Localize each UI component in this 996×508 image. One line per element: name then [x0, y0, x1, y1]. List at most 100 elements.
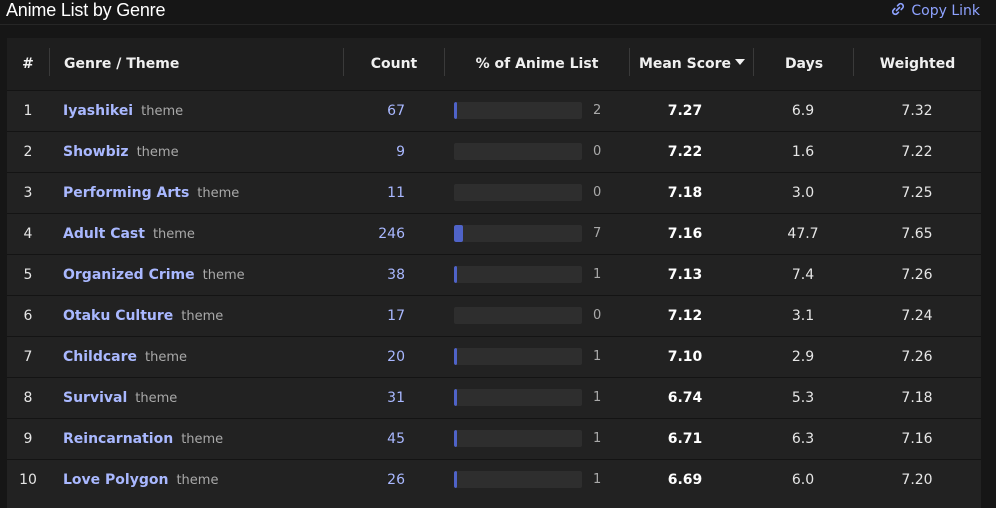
genre-type-tag: theme	[176, 473, 219, 488]
row-genre: Performing Arts theme	[63, 173, 239, 213]
percent-bar	[454, 471, 582, 488]
row-count[interactable]: 31	[347, 378, 405, 418]
row-mean-score: 7.10	[667, 349, 703, 365]
column-header-days[interactable]: Days	[754, 38, 854, 90]
row-weighted: 7.20	[901, 472, 933, 488]
genre-table: # Genre / Theme Count % of Anime List Me…	[7, 38, 981, 508]
row-genre: Reincarnation theme	[63, 419, 223, 459]
genre-link[interactable]: Childcare	[63, 349, 137, 365]
genre-type-tag: theme	[135, 391, 178, 406]
percent-bar	[454, 389, 582, 406]
row-weighted: 7.65	[901, 226, 933, 242]
row-count[interactable]: 11	[347, 173, 405, 213]
table-row: 3 Performing Arts theme 11 0 7.18 3.0 7.25	[7, 172, 981, 213]
percent-bar	[454, 266, 582, 283]
row-percent: 2	[593, 103, 602, 118]
table-row: 9 Reincarnation theme 45 1 6.71 6.3 7.16	[7, 418, 981, 459]
row-count[interactable]: 17	[347, 296, 405, 336]
genre-link[interactable]: Showbiz	[63, 144, 129, 160]
row-rank: 6	[23, 308, 33, 324]
row-rank: 9	[23, 431, 33, 447]
column-header-weighted[interactable]: Weighted	[854, 38, 981, 90]
genre-type-tag: theme	[197, 186, 240, 201]
row-genre: Iyashikei theme	[63, 91, 183, 131]
row-days: 3.0	[791, 185, 815, 201]
row-mean-score: 7.13	[667, 267, 703, 283]
percent-bar-fill	[454, 471, 457, 488]
table-row: 2 Showbiz theme 9 0 7.22 1.6 7.22	[7, 131, 981, 172]
genre-link[interactable]: Reincarnation	[63, 431, 173, 447]
row-rank: 7	[23, 349, 33, 365]
genre-type-tag: theme	[181, 432, 224, 447]
row-percent: 0	[593, 308, 602, 323]
row-rank: 5	[23, 267, 33, 283]
row-days: 47.7	[787, 226, 819, 242]
column-header-mean-score[interactable]: Mean Score	[630, 38, 754, 90]
row-count[interactable]: 246	[347, 214, 405, 254]
genre-type-tag: theme	[181, 309, 224, 324]
genre-type-tag: theme	[152, 227, 195, 242]
percent-bar-fill	[454, 102, 457, 119]
row-weighted: 7.22	[901, 144, 933, 160]
column-header-percent[interactable]: % of Anime List	[445, 38, 629, 90]
percent-bar	[454, 184, 582, 201]
row-rank: 10	[19, 472, 37, 488]
genre-link[interactable]: Survival	[63, 390, 127, 406]
row-weighted: 7.25	[901, 185, 933, 201]
table-row: 10 Love Polygon theme 26 1 6.69 6.0 7.20	[7, 459, 981, 500]
row-mean-score: 7.27	[667, 103, 703, 119]
percent-bar	[454, 348, 582, 365]
row-genre: Organized Crime theme	[63, 255, 245, 295]
percent-bar-fill	[454, 430, 457, 447]
percent-bar	[454, 225, 582, 242]
genre-link[interactable]: Adult Cast	[63, 226, 145, 242]
table-row: 6 Otaku Culture theme 17 0 7.12 3.1 7.24	[7, 295, 981, 336]
row-percent: 0	[593, 185, 602, 200]
percent-bar-fill	[454, 225, 463, 242]
row-count[interactable]: 9	[347, 132, 405, 172]
row-percent: 1	[593, 390, 602, 405]
genre-link[interactable]: Iyashikei	[63, 103, 133, 119]
table-row: 4 Adult Cast theme 246 7 7.16 47.7 7.65	[7, 213, 981, 254]
genre-type-tag: theme	[202, 268, 245, 283]
row-count[interactable]: 45	[347, 419, 405, 459]
row-genre: Love Polygon theme	[63, 460, 218, 500]
column-header-count[interactable]: Count	[344, 38, 444, 90]
row-count[interactable]: 26	[347, 460, 405, 500]
percent-bar	[454, 102, 582, 119]
copy-link-label: Copy Link	[911, 3, 980, 19]
page-title: Anime List by Genre	[6, 0, 166, 20]
row-mean-score: 6.69	[667, 472, 703, 488]
row-genre: Survival theme	[63, 378, 177, 418]
row-percent: 7	[593, 226, 602, 241]
link-icon	[890, 1, 906, 21]
percent-bar	[454, 430, 582, 447]
genre-type-tag: theme	[145, 350, 188, 365]
genre-link[interactable]: Love Polygon	[63, 472, 168, 488]
row-days: 7.4	[791, 267, 815, 283]
row-count[interactable]: 67	[347, 91, 405, 131]
row-weighted: 7.18	[901, 390, 933, 406]
row-mean-score: 6.74	[667, 390, 703, 406]
column-header-rank[interactable]: #	[7, 38, 49, 90]
row-rank: 8	[23, 390, 33, 406]
copy-link-button[interactable]: Copy Link	[890, 1, 980, 21]
row-genre: Adult Cast theme	[63, 214, 195, 254]
row-rank: 1	[23, 103, 33, 119]
row-genre: Otaku Culture theme	[63, 296, 223, 336]
percent-bar-fill	[454, 348, 457, 365]
row-percent: 1	[593, 431, 602, 446]
genre-link[interactable]: Performing Arts	[63, 185, 189, 201]
genre-link[interactable]: Organized Crime	[63, 267, 195, 283]
table-row: 7 Childcare theme 20 1 7.10 2.9 7.26	[7, 336, 981, 377]
row-count[interactable]: 38	[347, 255, 405, 295]
table-row: 1 Iyashikei theme 67 2 7.27 6.9 7.32	[7, 90, 981, 131]
row-weighted: 7.24	[901, 308, 933, 324]
row-days: 6.9	[791, 103, 815, 119]
row-count[interactable]: 20	[347, 337, 405, 377]
genre-link[interactable]: Otaku Culture	[63, 308, 173, 324]
table-row: 5 Organized Crime theme 38 1 7.13 7.4 7.26	[7, 254, 981, 295]
column-divider	[49, 48, 50, 76]
column-header-genre[interactable]: Genre / Theme	[64, 38, 179, 90]
percent-bar	[454, 143, 582, 160]
